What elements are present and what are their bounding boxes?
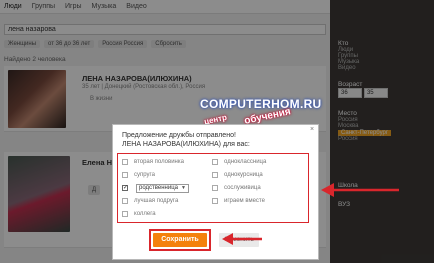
watermark-line1: COMPUTERHOM.RU <box>200 97 322 111</box>
dialog-title: Предложение дружбы отправлено! ЛЕНА НАЗА… <box>122 131 302 149</box>
option-label: играем вместе <box>224 198 265 204</box>
option-row[interactable]: сослуживица <box>212 184 261 192</box>
close-icon[interactable]: × <box>308 126 316 134</box>
option-row[interactable]: играем вместе <box>212 197 265 205</box>
checkbox[interactable] <box>212 198 218 204</box>
checkbox[interactable] <box>212 185 218 191</box>
option-label: сослуживица <box>224 185 261 191</box>
option-row[interactable]: одноклассница <box>212 158 266 166</box>
checkbox[interactable] <box>122 172 128 178</box>
pointer-arrow-icon <box>321 183 399 197</box>
relative-type-select[interactable]: родственница ▼ <box>136 183 189 193</box>
option-label: однокурсница <box>224 172 263 178</box>
option-label: одноклассница <box>224 159 267 165</box>
option-row[interactable]: ✓ родственница ▼ <box>122 183 189 193</box>
dialog-title-line1: Предложение дружбы отправлено! <box>122 132 236 139</box>
option-label: супруга <box>134 172 155 178</box>
save-button[interactable]: Сохранить <box>153 233 207 247</box>
option-row[interactable]: супруга <box>122 171 155 179</box>
save-highlight: Сохранить <box>149 229 211 251</box>
option-row[interactable]: лучшая подруга <box>122 197 178 205</box>
checkbox[interactable] <box>122 211 128 217</box>
checkbox[interactable] <box>122 198 128 204</box>
option-row[interactable]: коллега <box>122 210 156 218</box>
option-label: коллега <box>134 211 156 217</box>
relationship-options: вторая половинка супруга ✓ родственница ▼… <box>117 153 309 223</box>
option-label: вторая половинка <box>134 159 184 165</box>
friendship-dialog: × Предложение дружбы отправлено! ЛЕНА НА… <box>112 124 319 260</box>
chevron-down-icon: ▼ <box>181 184 186 191</box>
pointer-arrow-icon <box>222 233 262 245</box>
checkbox[interactable] <box>212 159 218 165</box>
checkbox-checked[interactable]: ✓ <box>122 185 128 191</box>
option-row[interactable]: вторая половинка <box>122 158 184 166</box>
checkbox[interactable] <box>122 159 128 165</box>
dialog-title-line2: ЛЕНА НАЗАРОВА(ИЛЮХИНА) для вас: <box>122 141 250 148</box>
option-row[interactable]: однокурсница <box>212 171 263 179</box>
option-label: лучшая подруга <box>134 198 179 204</box>
checkbox[interactable] <box>212 172 218 178</box>
option-label: родственница <box>139 184 178 191</box>
